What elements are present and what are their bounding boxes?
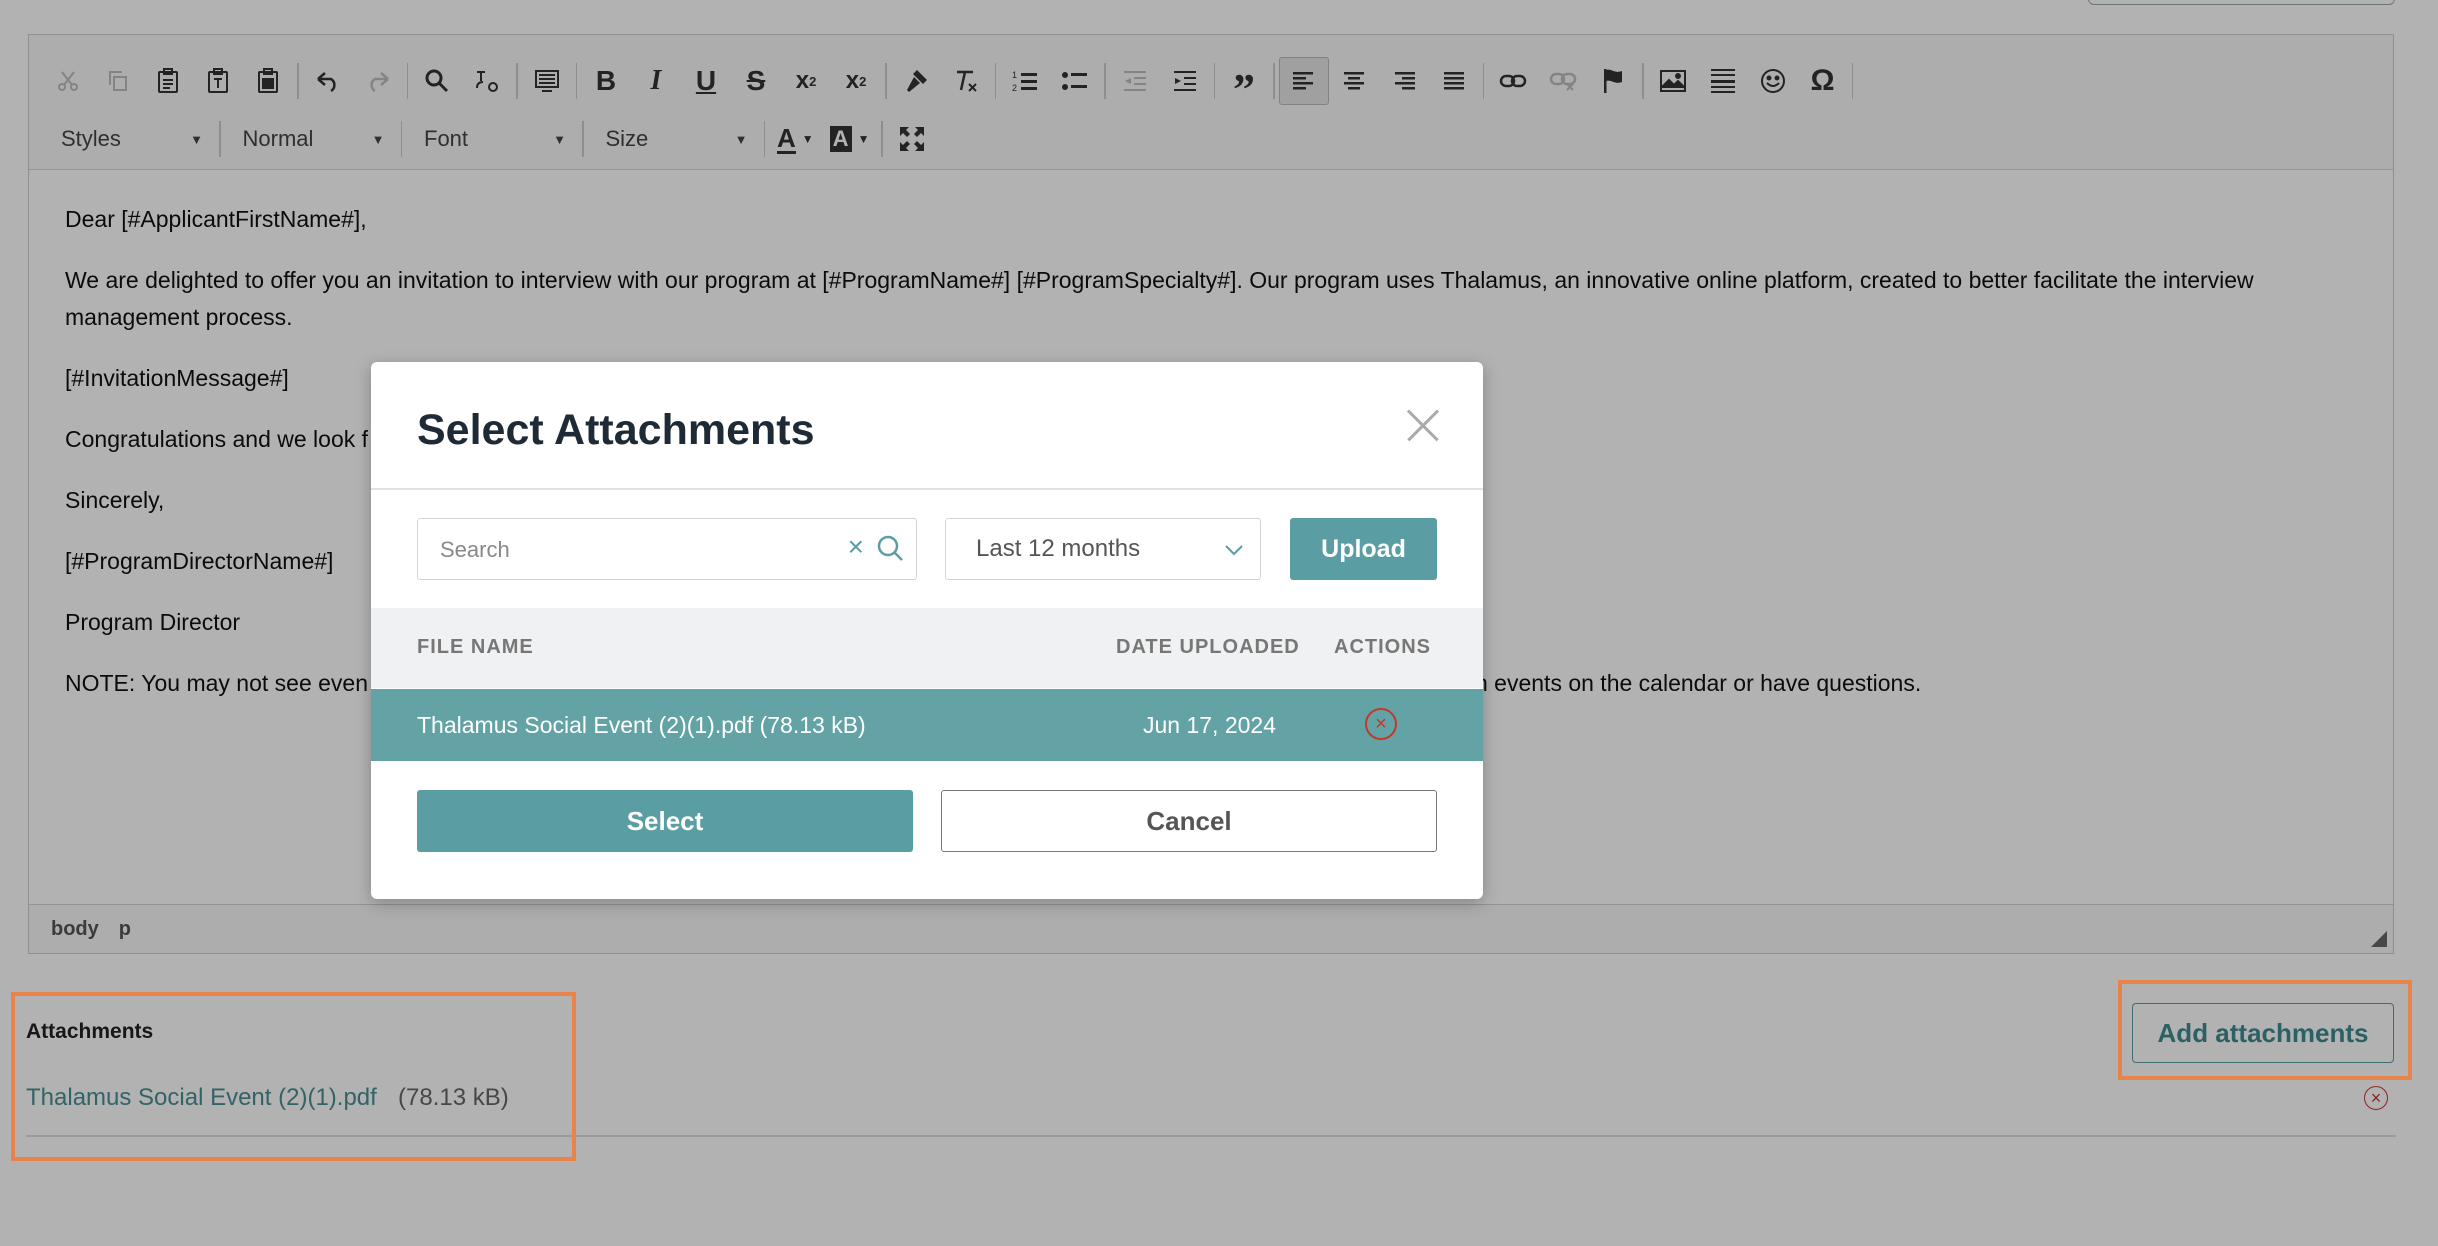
- search-icon[interactable]: [876, 534, 904, 567]
- clear-search-icon[interactable]: ×: [848, 531, 864, 563]
- attachments-highlight: [11, 992, 576, 1161]
- upload-button[interactable]: Upload: [1290, 518, 1437, 580]
- attachments-table-header: FILE NAME DATE UPLOADED ACTIONS: [371, 608, 1483, 688]
- modal-divider: [371, 488, 1483, 490]
- table-row[interactable]: Thalamus Social Event (2)(1).pdf (78.13 …: [371, 689, 1483, 761]
- add-attachments-highlight: [2118, 980, 2412, 1080]
- row-date-uploaded: Jun 17, 2024: [1143, 712, 1277, 738]
- column-actions: ACTIONS: [1334, 636, 1431, 658]
- remove-row-icon[interactable]: ×: [1365, 708, 1397, 740]
- modal-title: Select Attachments: [417, 406, 815, 454]
- cancel-button[interactable]: Cancel: [941, 790, 1437, 852]
- search-field[interactable]: ×: [417, 518, 917, 580]
- close-icon[interactable]: [1405, 408, 1439, 442]
- row-file-name: Thalamus Social Event (2)(1).pdf (78.13 …: [417, 712, 866, 738]
- select-attachments-modal: Select Attachments × Last 12 months Uplo…: [371, 362, 1483, 899]
- column-date-uploaded: DATE UPLOADED: [1116, 636, 1300, 658]
- column-file-name: FILE NAME: [417, 636, 534, 658]
- search-input[interactable]: [438, 519, 822, 580]
- select-button[interactable]: Select: [417, 790, 913, 852]
- chevron-down-icon: [1224, 535, 1244, 563]
- date-range-value: Last 12 months: [976, 535, 1141, 562]
- date-range-select[interactable]: Last 12 months: [945, 518, 1261, 580]
